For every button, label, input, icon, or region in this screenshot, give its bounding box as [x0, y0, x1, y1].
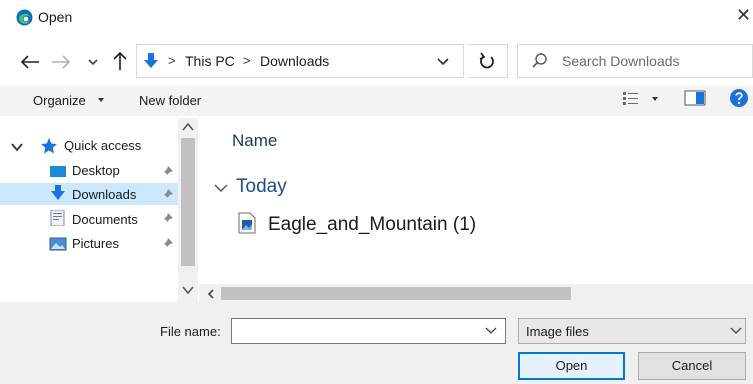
breadcrumb-downloads[interactable]: Downloads	[260, 53, 329, 69]
close-icon[interactable]: ✕	[736, 6, 751, 24]
up-arrow-icon[interactable]	[110, 50, 130, 72]
file-name-input[interactable]	[231, 318, 506, 344]
title-bar	[0, 0, 753, 34]
file-list	[199, 118, 753, 284]
chevron-down-icon[interactable]	[485, 327, 497, 335]
chevron-down-icon[interactable]	[86, 53, 100, 71]
file-type-value: Image files	[526, 324, 589, 339]
caret-down-icon[interactable]	[97, 95, 105, 105]
desktop-icon	[50, 166, 66, 177]
command-toolbar	[0, 86, 753, 116]
breadcrumb-separator: >	[168, 53, 176, 68]
organize-button[interactable]: Organize	[33, 93, 86, 108]
preview-pane-icon[interactable]	[684, 90, 706, 106]
scroll-thumb[interactable]	[181, 138, 195, 266]
sidebar-item-downloads[interactable]: Downloads	[72, 187, 136, 202]
image-file-icon	[238, 212, 256, 234]
pin-icon[interactable]	[160, 188, 174, 202]
back-arrow-icon[interactable]	[19, 52, 41, 72]
pin-icon[interactable]	[160, 237, 174, 251]
pictures-icon	[49, 237, 67, 251]
download-icon	[51, 185, 65, 200]
open-button[interactable]: Open	[518, 352, 625, 380]
file-item[interactable]: Eagle_and_Mountain (1)	[268, 214, 476, 236]
search-icon	[532, 53, 547, 68]
sidebar-item-pictures[interactable]: Pictures	[72, 236, 119, 251]
download-arrow-icon	[144, 53, 158, 68]
breadcrumb-separator: >	[243, 53, 251, 68]
sidebar-item-quick-access[interactable]: Quick access	[64, 138, 141, 153]
column-header-name[interactable]: Name	[232, 131, 277, 151]
group-header-today[interactable]: Today	[236, 176, 287, 198]
scroll-up-arrow-icon[interactable]	[181, 121, 195, 133]
chevron-down-icon[interactable]	[436, 52, 450, 70]
sidebar-item-desktop[interactable]: Desktop	[72, 163, 120, 178]
help-icon[interactable]	[729, 88, 749, 108]
scroll-down-arrow-icon[interactable]	[181, 284, 195, 296]
scroll-left-arrow-icon[interactable]	[206, 288, 216, 300]
caret-down-icon[interactable]	[651, 94, 659, 104]
chevron-down-icon[interactable]	[11, 142, 23, 152]
file-name-label: File name:	[160, 324, 221, 339]
scroll-thumb[interactable]	[221, 287, 571, 300]
sidebar-item-documents[interactable]: Documents	[72, 212, 138, 227]
chevron-down-icon[interactable]	[730, 327, 742, 335]
breadcrumb-this-pc[interactable]: This PC	[185, 53, 235, 69]
view-options-icon[interactable]	[622, 90, 640, 106]
search-input[interactable]: Search Downloads	[562, 53, 680, 69]
pin-icon[interactable]	[160, 165, 174, 179]
documents-icon	[50, 210, 65, 226]
pin-icon[interactable]	[160, 212, 174, 226]
star-icon	[41, 138, 57, 154]
edge-logo-icon	[16, 9, 33, 26]
forward-arrow-icon[interactable]	[50, 52, 72, 72]
refresh-icon[interactable]	[478, 51, 496, 71]
cancel-button[interactable]: Cancel	[638, 352, 746, 380]
chevron-down-icon[interactable]	[214, 183, 228, 193]
window-title: Open	[38, 9, 73, 25]
new-folder-button[interactable]: New folder	[139, 93, 201, 108]
